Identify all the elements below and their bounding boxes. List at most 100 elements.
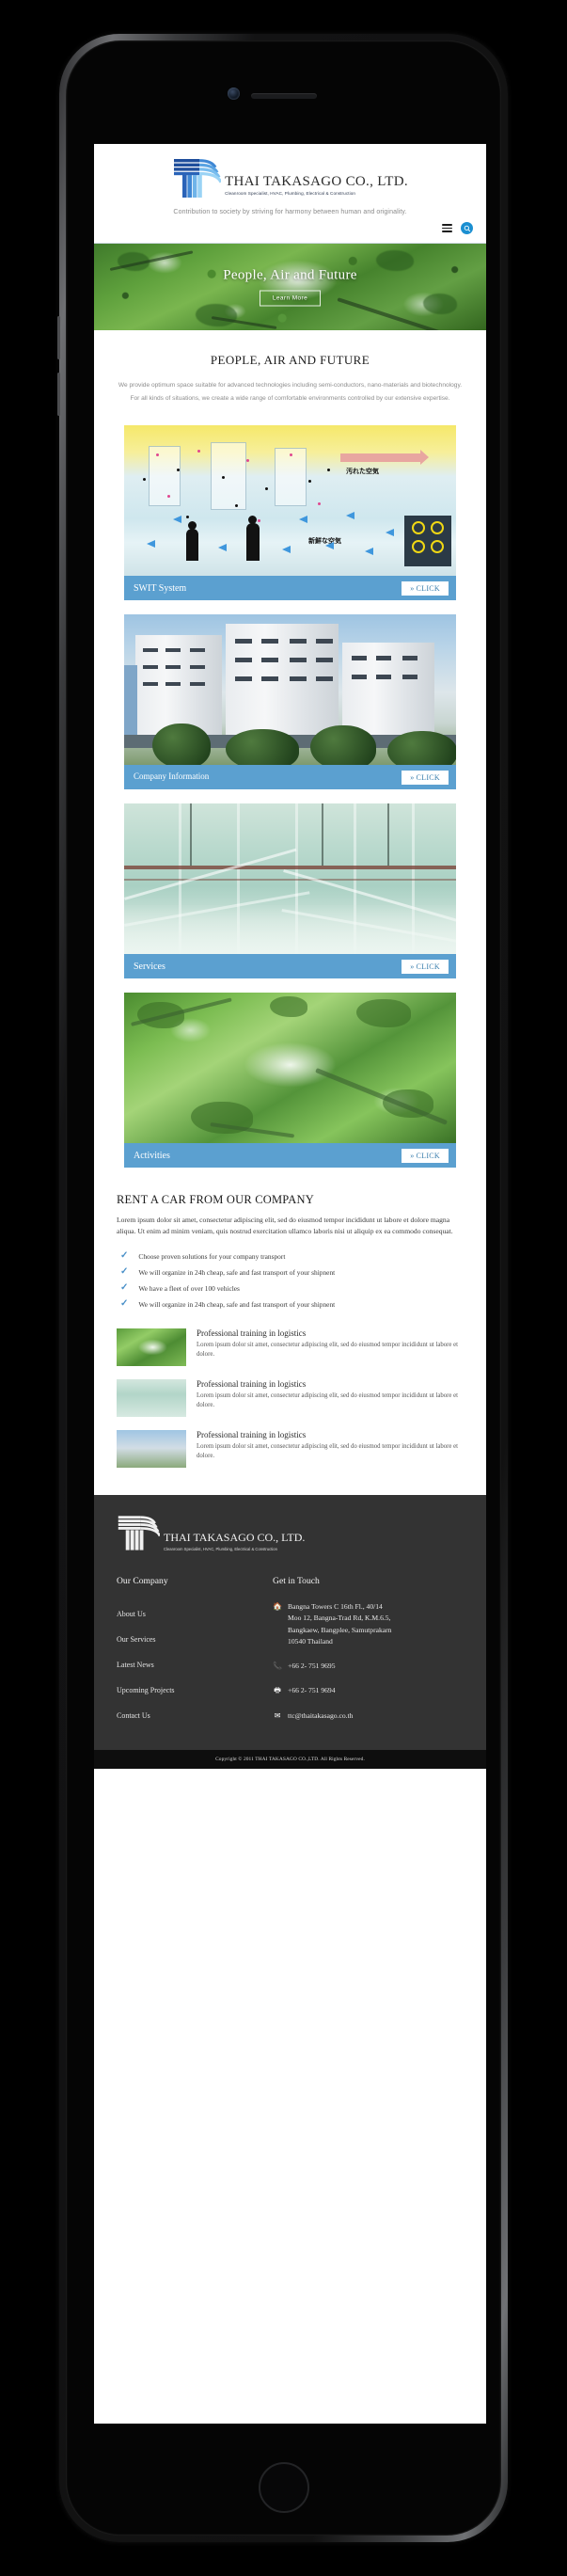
card-swit-click-label: CLICK	[416, 583, 440, 593]
card-activities-click-button[interactable]: » CLICK	[402, 1148, 449, 1163]
hero-banner: People, Air and Future Learn More	[94, 244, 486, 330]
news-item[interactable]: Professional training in logistics Lorem…	[117, 1373, 464, 1423]
home-button[interactable]	[258, 2462, 309, 2513]
card-company-bar: Company Information » CLICK	[124, 765, 456, 790]
footer-link-upcoming-projects[interactable]: Upcoming Projects	[117, 1678, 273, 1703]
intro-paragraph-1: We provide optimum space suitable for ad…	[118, 382, 463, 389]
news-title: Professional training in logistics	[197, 1378, 307, 1389]
news-description: Lorem ipsum dolor sit amet, consectetur …	[197, 1391, 459, 1409]
footer-columns: Our Company About Us Our Services Latest…	[117, 1576, 464, 1735]
footer-contact-heading: Get in Touch	[273, 1575, 320, 1586]
site-logo[interactable]: THAI TAKASAGO CO., LTD. Cleanroom Specia…	[94, 157, 486, 199]
news-item[interactable]: Professional training in logistics Lorem…	[117, 1322, 464, 1373]
news-thumbnail	[117, 1429, 186, 1468]
swit-system-diagram-image: 汚れた空気 新鮮な空気	[124, 425, 456, 577]
diagram-label-dirty-air: 汚れた空気	[346, 469, 379, 476]
intro-section: PEOPLE, AIR AND FUTURE We provide optimu…	[94, 330, 486, 421]
activities-canopy-image	[124, 993, 456, 1144]
intro-paragraph-2: For all kinds of situations, we create a…	[130, 395, 450, 403]
footer-company-column: Our Company About Us Our Services Latest…	[117, 1576, 273, 1735]
footer-fax-number: +66 2- 751 9694	[288, 1686, 336, 1695]
check-icon: ✓	[120, 1282, 129, 1294]
volume-down-button[interactable]	[57, 373, 60, 416]
card-company-label: Company Information	[134, 771, 210, 782]
copyright-bar: Copyright © 2011 THAI TAKASAGO CO.,LTD. …	[94, 1749, 486, 1769]
check-icon: ✓	[120, 1298, 129, 1310]
hero-learn-more-button[interactable]: Learn More	[259, 290, 322, 307]
footer-logo-name: THAI TAKASAGO CO., LTD.	[164, 1531, 306, 1545]
news-description: Lorem ipsum dolor sit amet, consectetur …	[197, 1442, 459, 1460]
site-footer: THAI TAKASAGO CO., LTD. Cleanroom Specia…	[94, 1494, 486, 1750]
footer-phone-block[interactable]: 📞 +66 2- 751 9695	[273, 1661, 464, 1672]
card-company-click-button[interactable]: » CLICK	[402, 770, 449, 785]
footer-phone-number: +66 2- 751 9695	[288, 1662, 336, 1671]
footer-address-line-4: 10540 Thailand	[288, 1636, 333, 1646]
card-swit-bar: SWIT System » CLICK	[124, 576, 456, 601]
footer-company-heading: Our Company	[117, 1575, 168, 1586]
check-icon: ✓	[120, 1266, 129, 1278]
services-pipes-image	[124, 803, 456, 955]
footer-address-line-1: Bangna Towers C 16th Fl., 40/14	[288, 1601, 383, 1611]
checklist-item-label: We will organize in 24h cheap, safe and …	[138, 1267, 336, 1277]
news-description: Lorem ipsum dolor sit amet, consectetur …	[197, 1341, 459, 1359]
card-activities-click-label: CLICK	[416, 1151, 440, 1160]
takasago-logo-icon	[174, 159, 222, 198]
home-icon: 🏠	[273, 1601, 283, 1611]
rent-checklist: ✓ Choose proven solutions for your compa…	[117, 1248, 464, 1312]
footer-address-line-3: Bangkaew, Bangplee, Samutprakarn	[288, 1625, 392, 1634]
footer-contact-column: Get in Touch 🏠 Bangna Towers C 16th Fl.,…	[273, 1576, 464, 1735]
volume-up-button[interactable]	[57, 316, 60, 359]
card-services-click-button[interactable]: » CLICK	[402, 959, 449, 974]
news-title: Professional training in logistics	[197, 1429, 307, 1439]
rent-body-text: Lorem ipsum dolor sit amet, consectetur …	[117, 1216, 453, 1236]
checklist-item: ✓ We have a fleet of over 100 vehicles	[117, 1280, 464, 1296]
site-header: THAI TAKASAGO CO., LTD. Cleanroom Specia…	[94, 144, 486, 244]
checklist-item: ✓ We will organize in 24h cheap, safe an…	[117, 1296, 464, 1312]
card-activities-bar: Activities » CLICK	[124, 1143, 456, 1169]
card-company-click-label: CLICK	[416, 772, 440, 782]
envelope-icon: ✉	[274, 1710, 281, 1720]
check-icon: ✓	[120, 1250, 129, 1262]
news-item[interactable]: Professional training in logistics Lorem…	[117, 1423, 464, 1474]
hero-content: People, Air and Future Learn More	[94, 268, 486, 307]
card-swit-label: SWIT System	[134, 582, 187, 594]
double-chevron-right-icon: »	[410, 962, 415, 971]
header-icon-bar	[94, 215, 486, 237]
news-title: Professional training in logistics	[197, 1328, 307, 1338]
news-thumbnail	[117, 1328, 186, 1366]
card-services-bar: Services » CLICK	[124, 954, 456, 979]
card-swit-system[interactable]: 汚れた空気 新鮮な空気 SWIT System » CLICK	[124, 425, 456, 601]
footer-address-line-2: Moo 12, Bangna-Trad Rd, K.M.6.5,	[288, 1614, 391, 1623]
footer-email-block[interactable]: ✉ ttc@thaitakasago.co.th	[273, 1710, 464, 1722]
rent-heading: RENT A CAR FROM OUR COMPANY	[117, 1193, 314, 1207]
cards-section: 汚れた空気 新鮮な空気 SWIT System » CLICK Company …	[94, 421, 486, 1169]
rent-a-car-section: RENT A CAR FROM OUR COMPANY Lorem ipsum …	[94, 1182, 486, 1312]
card-services-click-label: CLICK	[416, 962, 440, 971]
double-chevron-right-icon: »	[410, 1151, 415, 1160]
takasago-logo-icon	[118, 1516, 160, 1550]
footer-link-latest-news[interactable]: Latest News	[117, 1652, 273, 1678]
checklist-item: ✓ Choose proven solutions for your compa…	[117, 1248, 464, 1264]
double-chevron-right-icon: »	[410, 772, 415, 782]
footer-link-about-us[interactable]: About Us	[117, 1601, 273, 1627]
footer-email-address: ttc@thaitakasago.co.th	[288, 1710, 354, 1720]
card-activities[interactable]: Activities » CLICK	[124, 993, 456, 1169]
checklist-item-label: Choose proven solutions for your company…	[138, 1251, 286, 1261]
footer-link-contact-us[interactable]: Contact Us	[117, 1703, 273, 1728]
company-building-image	[124, 614, 456, 766]
card-services[interactable]: Services » CLICK	[124, 803, 456, 979]
card-services-label: Services	[134, 961, 165, 972]
search-icon[interactable]	[461, 222, 473, 234]
phone-icon: 📞	[273, 1662, 283, 1671]
hamburger-icon[interactable]	[442, 224, 452, 232]
footer-logo-subtitle: Cleanroom Specialist, HVAC, Plumbing, El…	[164, 1546, 277, 1551]
footer-address-block: 🏠 Bangna Towers C 16th Fl., 40/14 Moo 12…	[273, 1601, 464, 1647]
card-company-information[interactable]: Company Information » CLICK	[124, 614, 456, 790]
webpage-viewport: THAI TAKASAGO CO., LTD. Cleanroom Specia…	[94, 144, 486, 2424]
footer-fax-block: 🖶 +66 2- 751 9694	[273, 1685, 464, 1696]
footer-link-our-services[interactable]: Our Services	[117, 1627, 273, 1652]
news-list: Professional training in logistics Lorem…	[94, 1312, 486, 1495]
footer-logo[interactable]: THAI TAKASAGO CO., LTD. Cleanroom Specia…	[117, 1514, 464, 1551]
card-swit-click-button[interactable]: » CLICK	[402, 580, 449, 596]
checklist-item-label: We have a fleet of over 100 vehicles	[138, 1283, 240, 1293]
